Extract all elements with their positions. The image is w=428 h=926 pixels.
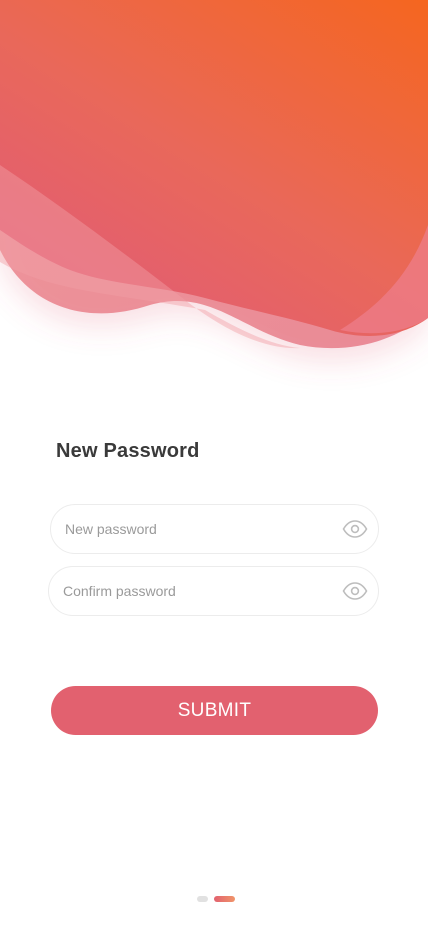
confirm-password-field[interactable] xyxy=(48,566,379,616)
confirm-password-input[interactable] xyxy=(63,567,323,615)
page-title: New Password xyxy=(56,440,200,462)
page-dot-inactive xyxy=(197,896,208,902)
reset-password-screen: New Password SUBMIT xyxy=(0,0,428,926)
eye-icon[interactable] xyxy=(342,517,368,541)
header-wave-graphic xyxy=(0,0,428,349)
page-dot-active xyxy=(214,896,235,902)
submit-button[interactable]: SUBMIT xyxy=(51,686,378,735)
new-password-input[interactable] xyxy=(65,505,325,553)
new-password-field[interactable] xyxy=(50,504,379,554)
eye-icon[interactable] xyxy=(342,579,368,603)
page-indicator xyxy=(0,896,428,902)
